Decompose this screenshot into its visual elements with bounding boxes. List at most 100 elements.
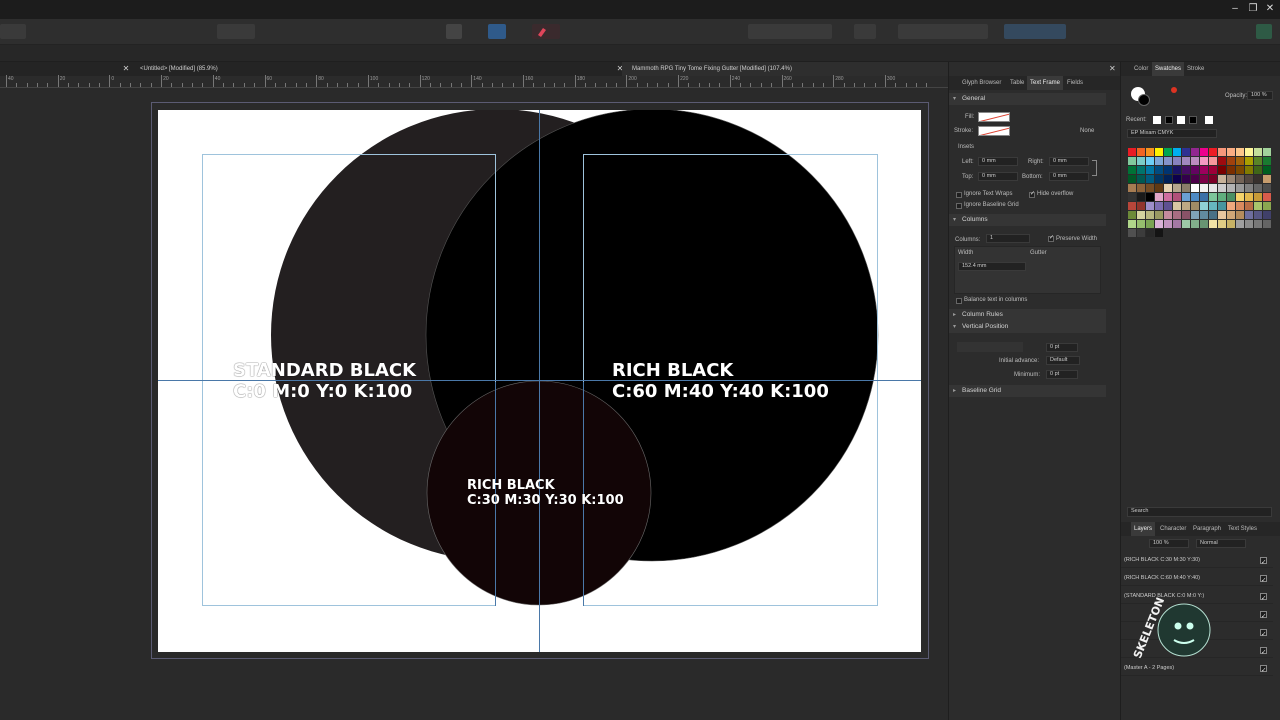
layer-visibility-checkbox[interactable]	[1260, 591, 1267, 607]
swatch[interactable]	[1200, 202, 1208, 210]
preview-mode-icon[interactable]	[446, 24, 462, 39]
tab-swatches[interactable]: Swatches	[1152, 62, 1185, 76]
swatch[interactable]	[1227, 175, 1235, 183]
swatch[interactable]	[1173, 193, 1181, 201]
persona-button[interactable]	[0, 24, 26, 39]
swatch[interactable]	[1209, 166, 1217, 174]
swatch[interactable]	[1164, 184, 1172, 192]
swatch[interactable]	[1146, 157, 1154, 165]
swatch[interactable]	[1209, 148, 1217, 156]
close-panel-icon[interactable]: ✕	[1109, 64, 1116, 73]
swatch[interactable]	[1137, 148, 1145, 156]
swatch[interactable]	[1236, 184, 1244, 192]
text-tools-button[interactable]	[854, 24, 876, 39]
swatch[interactable]	[1182, 157, 1190, 165]
swatch[interactable]	[1218, 202, 1226, 210]
swatch[interactable]	[1227, 220, 1235, 228]
recent-swatch[interactable]	[1205, 116, 1213, 124]
section-columns[interactable]: Columns	[949, 214, 1106, 226]
help-button[interactable]	[217, 24, 255, 39]
swatch[interactable]	[1227, 157, 1235, 165]
swatch[interactable]	[1137, 175, 1145, 183]
page[interactable]: STANDARD BLACK C:0 M:0 Y:0 K:100 RICH BL…	[158, 110, 921, 652]
swatch[interactable]	[1227, 211, 1235, 219]
swatch[interactable]	[1155, 148, 1163, 156]
swatch[interactable]	[1245, 211, 1253, 219]
swatch[interactable]	[1173, 166, 1181, 174]
swatch[interactable]	[1155, 166, 1163, 174]
swatch[interactable]	[1191, 202, 1199, 210]
swatch[interactable]	[1173, 202, 1181, 210]
swatch[interactable]	[1137, 166, 1145, 174]
restore-icon[interactable]: ❐	[1246, 2, 1260, 16]
swatch[interactable]	[1254, 193, 1262, 201]
swatch[interactable]	[1182, 193, 1190, 201]
boolean-buttons[interactable]	[1004, 24, 1066, 39]
swatch[interactable]	[1182, 175, 1190, 183]
swatch[interactable]	[1128, 184, 1136, 192]
tab-paragraph[interactable]: Paragraph	[1190, 522, 1224, 536]
swatch[interactable]	[1227, 184, 1235, 192]
right-inset-field[interactable]: 0 mm	[1049, 157, 1089, 166]
swatch[interactable]	[1245, 193, 1253, 201]
swatch[interactable]	[1209, 202, 1217, 210]
left-inset-field[interactable]: 0 mm	[978, 157, 1018, 166]
swatch[interactable]	[1200, 220, 1208, 228]
swatch[interactable]	[1155, 220, 1163, 228]
column-width-field[interactable]: 152.4 mm	[958, 262, 1026, 271]
swatch[interactable]	[1209, 211, 1217, 219]
blend-mode-dropdown[interactable]: Normal	[1196, 539, 1246, 548]
hide-overflow-checkbox[interactable]	[1029, 190, 1035, 198]
swatch[interactable]	[1173, 157, 1181, 165]
tab-layers[interactable]: Layers	[1131, 522, 1156, 536]
swatch[interactable]	[1263, 193, 1271, 201]
swatch[interactable]	[1164, 193, 1172, 201]
swatch[interactable]	[1218, 211, 1226, 219]
swatch[interactable]	[1146, 166, 1154, 174]
swatch[interactable]	[1200, 211, 1208, 219]
swatch[interactable]	[1164, 211, 1172, 219]
swatch[interactable]	[1155, 229, 1163, 237]
swatch[interactable]	[1155, 211, 1163, 219]
swatch[interactable]	[1164, 148, 1172, 156]
swatch[interactable]	[1182, 220, 1190, 228]
swatch[interactable]	[1137, 157, 1145, 165]
swatch[interactable]	[1146, 202, 1154, 210]
section-vertical-position[interactable]: Vertical Position	[949, 321, 1106, 333]
swatch[interactable]	[1254, 211, 1262, 219]
swatch[interactable]	[1254, 157, 1262, 165]
swatch[interactable]	[1191, 166, 1199, 174]
layer-opacity-field[interactable]: 100 %	[1149, 539, 1189, 548]
swatch[interactable]	[1191, 211, 1199, 219]
snapping-icon[interactable]	[532, 24, 560, 39]
swatch[interactable]	[1227, 193, 1235, 201]
swatch[interactable]	[1227, 148, 1235, 156]
columns-field[interactable]: 1	[986, 234, 1030, 243]
swatch[interactable]	[1128, 211, 1136, 219]
swatch[interactable]	[1245, 184, 1253, 192]
swatch[interactable]	[1263, 157, 1271, 165]
swatch[interactable]	[1245, 166, 1253, 174]
swatch[interactable]	[1227, 166, 1235, 174]
swatch[interactable]	[1137, 211, 1145, 219]
tab-color[interactable]: Color	[1131, 62, 1151, 76]
swatch[interactable]	[1173, 184, 1181, 192]
recent-swatch[interactable]	[1177, 116, 1185, 124]
swatch[interactable]	[1146, 211, 1154, 219]
layer-visibility-checkbox[interactable]	[1260, 627, 1267, 643]
close-window-icon[interactable]: ✕	[1263, 2, 1277, 16]
section-column-rules[interactable]: Column Rules	[949, 309, 1106, 321]
swatch[interactable]	[1146, 229, 1154, 237]
swatch[interactable]	[1209, 175, 1217, 183]
swatch[interactable]	[1137, 193, 1145, 201]
swatch[interactable]	[1236, 148, 1244, 156]
alignment-buttons[interactable]	[898, 24, 988, 39]
swatch[interactable]	[1236, 193, 1244, 201]
top-inset-field[interactable]: 0 mm	[978, 172, 1018, 181]
swatch[interactable]	[1263, 166, 1271, 174]
swatch[interactable]	[1218, 166, 1226, 174]
swatch[interactable]	[1164, 220, 1172, 228]
swatch[interactable]	[1146, 184, 1154, 192]
preserve-width-checkbox[interactable]	[1048, 234, 1054, 242]
swatch[interactable]	[1164, 202, 1172, 210]
